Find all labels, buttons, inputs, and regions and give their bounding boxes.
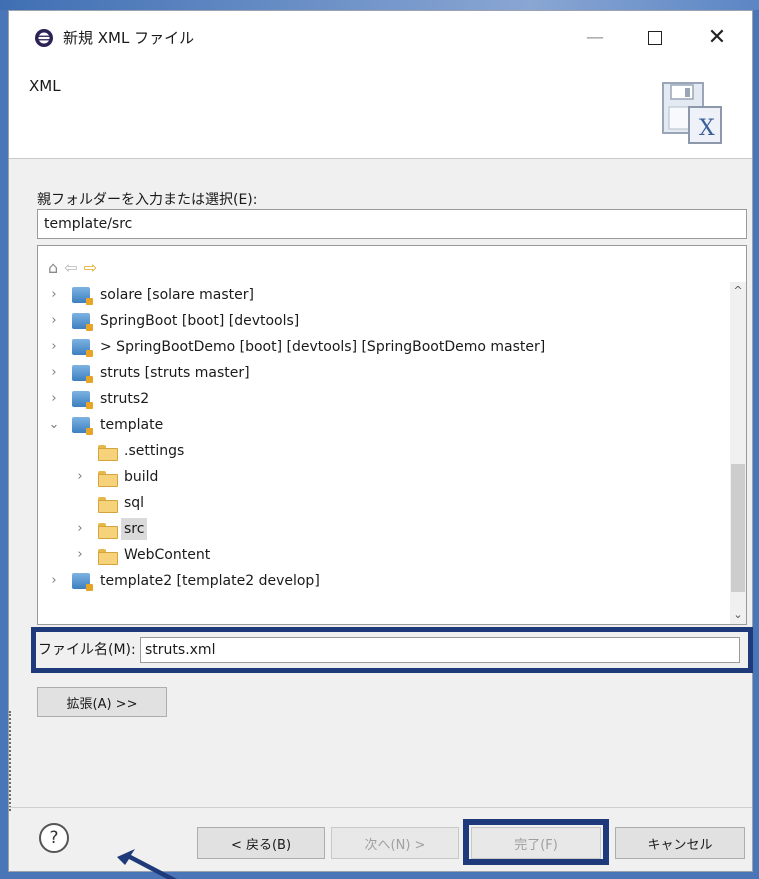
- svg-text:X: X: [699, 116, 715, 141]
- eclipse-app-icon: [35, 29, 53, 47]
- tree-item-webcontent[interactable]: › WebContent: [38, 542, 728, 568]
- tree-item-springbootdemo[interactable]: › > SpringBootDemo [boot] [devtools] [Sp…: [38, 334, 728, 360]
- expand-icon[interactable]: ›: [74, 542, 86, 568]
- tree-item-src[interactable]: › src: [38, 516, 728, 542]
- maximize-icon: [648, 31, 662, 45]
- tree-item-template2[interactable]: › template2 [template2 develop]: [38, 568, 728, 594]
- tree-item-sql[interactable]: sql: [38, 490, 728, 516]
- scroll-thumb[interactable]: [731, 464, 745, 592]
- wizard-banner: XML X: [9, 63, 752, 159]
- button-bar-separator: [9, 807, 752, 808]
- expand-icon[interactable]: ›: [48, 308, 60, 334]
- tree-item-solare[interactable]: › solare [solare master]: [38, 282, 728, 308]
- tree-item-label: src: [121, 518, 148, 540]
- tree-item-settings[interactable]: .settings: [38, 438, 728, 464]
- tree-item-label: WebContent: [124, 547, 211, 563]
- back-button[interactable]: < 戻る(B): [197, 827, 325, 859]
- tree-item-label: struts [struts master]: [100, 365, 250, 381]
- folder-icon: [98, 443, 118, 461]
- folder-tree: › solare [solare master] › SpringBoot [b…: [38, 282, 728, 594]
- project-icon: [72, 339, 93, 357]
- tree-item-springboot[interactable]: › SpringBoot [boot] [devtools]: [38, 308, 728, 334]
- project-icon: [72, 287, 93, 305]
- filename-highlight-frame: ファイル名(M):: [31, 627, 753, 673]
- tree-item-label: .settings: [124, 443, 185, 459]
- expand-icon[interactable]: ›: [48, 334, 60, 360]
- finish-button[interactable]: 完了(F): [471, 827, 601, 859]
- project-icon: [72, 391, 93, 409]
- filename-input[interactable]: [140, 637, 740, 663]
- close-button[interactable]: ✕: [697, 23, 737, 53]
- expand-icon[interactable]: ›: [74, 516, 86, 542]
- folder-icon: [98, 547, 118, 565]
- expand-icon[interactable]: ›: [48, 282, 60, 308]
- tree-item-label: template: [100, 417, 164, 433]
- tree-item-label: > SpringBootDemo [boot] [devtools] [Spri…: [100, 339, 546, 355]
- folder-tree-panel: ⌂ ⇦ ⇨ › solare [solare master] › SpringB…: [37, 245, 747, 625]
- parent-folder-label: 親フォルダーを入力または選択(E):: [37, 192, 258, 208]
- new-xml-file-dialog: 新規 XML ファイル — ✕ XML X 親フォルダーを入力または選択(E):…: [8, 10, 753, 879]
- cancel-button[interactable]: キャンセル: [615, 827, 745, 859]
- scroll-up-button[interactable]: ^: [730, 282, 746, 300]
- forward-arrow-icon[interactable]: ⇨: [84, 258, 97, 277]
- tree-item-struts[interactable]: › struts [struts master]: [38, 360, 728, 386]
- home-icon[interactable]: ⌂: [48, 258, 58, 277]
- folder-icon: [98, 495, 118, 513]
- filename-label: ファイル名(M):: [38, 642, 136, 658]
- tree-item-label: struts2: [100, 391, 150, 407]
- collapse-icon[interactable]: ⌄: [48, 412, 60, 438]
- next-button[interactable]: 次へ(N) >: [331, 827, 459, 859]
- folder-icon: [98, 521, 118, 539]
- project-icon: [72, 417, 93, 435]
- help-icon[interactable]: ?: [39, 823, 69, 853]
- back-arrow-icon[interactable]: ⇦: [64, 258, 77, 277]
- banner-title: XML: [29, 77, 61, 95]
- expand-icon[interactable]: ›: [74, 464, 86, 490]
- tree-scrollbar[interactable]: ^ ⌄: [730, 282, 746, 624]
- maximize-button[interactable]: [635, 23, 675, 53]
- tree-item-label: solare [solare master]: [100, 287, 254, 303]
- minimize-button[interactable]: —: [575, 23, 615, 53]
- xml-wizard-icon: X: [662, 82, 722, 144]
- window-title: 新規 XML ファイル: [63, 29, 195, 47]
- project-icon: [72, 365, 93, 383]
- expand-icon[interactable]: ›: [48, 386, 60, 412]
- tree-item-struts2[interactable]: › struts2: [38, 386, 728, 412]
- project-icon: [72, 313, 93, 331]
- tree-item-label: build: [124, 469, 159, 485]
- tree-toolbar: ⌂ ⇦ ⇨: [48, 256, 97, 278]
- tree-item-label: template2 [template2 develop]: [100, 573, 320, 589]
- advanced-button[interactable]: 拡張(A) >>: [37, 687, 167, 717]
- tree-item-template[interactable]: ⌄ template: [38, 412, 728, 438]
- tree-item-label: SpringBoot [boot] [devtools]: [100, 313, 300, 329]
- expand-icon[interactable]: ›: [48, 360, 60, 386]
- parent-folder-input[interactable]: [37, 209, 747, 239]
- project-icon: [72, 573, 93, 591]
- folder-icon: [98, 469, 118, 487]
- tree-item-build[interactable]: › build: [38, 464, 728, 490]
- tree-item-label: sql: [124, 495, 145, 511]
- scroll-down-button[interactable]: ⌄: [730, 606, 746, 624]
- window-edge-marks: [9, 711, 12, 811]
- title-bar: 新規 XML ファイル — ✕: [9, 11, 752, 63]
- desktop-strip: [0, 0, 759, 10]
- expand-icon[interactable]: ›: [48, 568, 60, 594]
